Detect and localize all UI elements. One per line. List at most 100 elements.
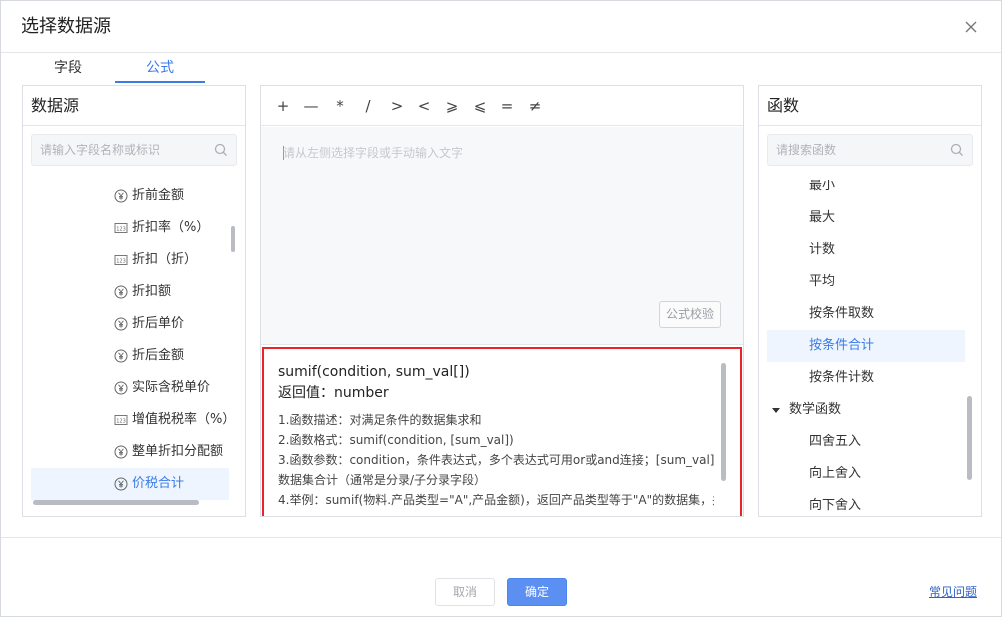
function-item[interactable]: 最小 <box>767 180 965 202</box>
field-item[interactable]: 123 增值税税率（%） <box>31 404 235 436</box>
field-item-label: 整单折扣分配额 <box>132 444 224 459</box>
function-item-label: 按条件计数 <box>809 370 875 385</box>
help-line: 1.函数描述：对满足条件的数据集求和 <box>278 413 482 427</box>
function-list-vertical-scrollbar[interactable] <box>967 396 972 480</box>
search-icon[interactable] <box>214 143 228 157</box>
datasource-panel: 数据源 折前金额 123 折扣率（%） 123 折扣（折） 折扣额折后单价折后金额实际含税… <box>22 85 246 517</box>
function-item-label: 向下舍入 <box>809 498 862 513</box>
function-item-label: 最小 <box>809 180 836 193</box>
function-item-label: 按条件取数 <box>809 306 875 321</box>
function-panel-title: 函数 <box>767 96 800 115</box>
field-item[interactable]: 价税合计 <box>31 468 229 500</box>
dialog-footer: 取消 确定 常见问题 <box>1 537 1001 617</box>
formula-editor[interactable]: 请从左侧选择字段或手动输入文字 公式校验 <box>261 127 743 345</box>
number-field-icon: 123 <box>114 253 128 267</box>
function-group[interactable]: 数学函数 <box>767 394 965 426</box>
function-search-box <box>767 134 973 166</box>
field-list-horizontal-scrollbar[interactable] <box>33 500 199 505</box>
field-list-vertical-scrollbar[interactable] <box>231 226 235 252</box>
currency-yuan-icon <box>114 189 128 203</box>
field-search-input[interactable] <box>40 135 210 165</box>
field-item[interactable]: 123 折扣率（%） <box>31 212 229 244</box>
function-item-label: 向上舍入 <box>809 466 862 481</box>
help-vertical-scrollbar[interactable] <box>721 363 726 481</box>
field-list: 折前金额 123 折扣率（%） 123 折扣（折） 折扣额 折后单价 折后金额 实际含税单价 12… <box>23 180 245 500</box>
field-item[interactable]: 折后金额 <box>31 340 229 372</box>
function-item[interactable]: 四舍五入 <box>767 426 965 458</box>
function-return-type: 返回值：number <box>278 385 389 401</box>
datasource-panel-title: 数据源 <box>31 96 80 115</box>
operator-less-than-button[interactable]: < <box>412 94 436 118</box>
faq-link[interactable]: 常见问题 <box>929 584 977 600</box>
function-item[interactable]: 最大 <box>767 202 965 234</box>
field-item[interactable]: 折前金额 <box>31 180 229 212</box>
operator-divide-button[interactable]: / <box>356 94 380 118</box>
field-item-label: 折扣额 <box>132 284 172 299</box>
svg-text:123: 123 <box>116 259 126 265</box>
field-item-label: 折扣率（%） <box>132 220 210 235</box>
mode-tabs: 字段 公式 <box>23 53 743 83</box>
cancel-button[interactable]: 取消 <box>435 578 495 606</box>
function-item[interactable]: 平均 <box>767 266 965 298</box>
field-search-box <box>31 134 237 166</box>
operator-equals-button[interactable]: = <box>495 94 519 118</box>
help-line: 2.函数格式：sumif(condition, [sum_val]) <box>278 433 514 447</box>
svg-text:123: 123 <box>116 227 126 233</box>
operator-plus-button[interactable]: + <box>271 94 295 118</box>
field-item-label: 折后金额 <box>132 348 185 363</box>
tab-formula[interactable]: 公式 <box>115 53 205 83</box>
help-line: 数据集合计（通常是分录/子分录字段） <box>278 473 487 487</box>
currency-yuan-icon <box>114 445 128 459</box>
field-item[interactable]: 折后单价 <box>31 308 229 340</box>
operator-greater-than-button[interactable]: > <box>385 94 409 118</box>
caret-down-icon <box>771 405 781 415</box>
function-item[interactable]: 按条件计数 <box>767 362 965 394</box>
operator-minus-button[interactable]: — <box>299 94 323 118</box>
confirm-button[interactable]: 确定 <box>507 578 567 606</box>
currency-yuan-icon <box>114 285 128 299</box>
help-line: 4.举例：sumif(物料.产品类型="A",产品金额)，返回产品类型等于"A"… <box>278 493 714 507</box>
number-field-icon: 123 <box>114 221 128 235</box>
operator-greater-equal-button[interactable]: ⩾ <box>440 94 464 118</box>
function-item-label: 四舍五入 <box>809 434 862 449</box>
tab-fields[interactable]: 字段 <box>23 53 113 83</box>
help-line: 3.函数参数：condition，条件表达式，多个表达式可用or或and连接；[… <box>278 453 714 467</box>
dialog-title: 选择数据源 <box>21 16 111 37</box>
currency-yuan-icon <box>114 381 128 395</box>
formula-editor-placeholder: 请从左侧选择字段或手动输入文字 <box>283 146 464 160</box>
search-icon[interactable] <box>950 143 964 157</box>
operator-not-equal-button[interactable]: ≠ <box>523 94 547 118</box>
function-item[interactable]: 按条件取数 <box>767 298 965 330</box>
function-signature: sumif(condition, sum_val[]) <box>278 364 470 380</box>
field-item[interactable]: 123 折扣（折） <box>31 244 229 276</box>
field-item-label: 折后单价 <box>132 316 185 331</box>
datasource-panel-header: 数据源 <box>23 86 245 126</box>
function-item[interactable]: 向上舍入 <box>767 458 965 490</box>
function-item-label: 按条件合计 <box>809 338 875 353</box>
function-item[interactable]: 按条件合计 <box>767 330 965 362</box>
close-button[interactable] <box>961 17 981 37</box>
function-item-label: 最大 <box>809 210 836 225</box>
function-panel: 函数 最小最大计数平均按条件取数按条件合计按条件计数数学函数四舍五入向上舍入向下… <box>758 85 982 517</box>
function-item[interactable]: 计数 <box>767 234 965 266</box>
function-search-input[interactable] <box>776 135 946 165</box>
verify-formula-button[interactable]: 公式校验 <box>659 301 721 328</box>
function-item-label: 计数 <box>809 242 836 257</box>
formula-panel: + — * / > < ⩾ ⩽ = ≠ 请从左侧选择字段或手动输入文字 公式校验 sumif(co… <box>260 85 744 517</box>
field-item-label: 折前金额 <box>132 188 185 203</box>
function-item[interactable]: 向下舍入 <box>767 490 965 514</box>
field-item-label: 价税合计 <box>132 476 185 491</box>
field-item-label: 折扣（折） <box>132 252 198 267</box>
operator-toolbar: + — * / > < ⩾ ⩽ = ≠ <box>261 86 743 126</box>
operator-multiply-button[interactable]: * <box>328 94 352 118</box>
field-item[interactable]: 实际含税单价 <box>31 372 229 404</box>
currency-yuan-icon <box>114 317 128 331</box>
field-item[interactable]: 整单折扣分配额 <box>31 436 229 468</box>
function-help-box: sumif(condition, sum_val[]) 返回值：number 1… <box>262 347 742 516</box>
number-field-icon: 123 <box>114 413 128 427</box>
function-item-label: 平均 <box>809 274 836 289</box>
field-item-label: 增值税税率（%） <box>132 412 236 427</box>
field-item[interactable]: 折扣额 <box>31 276 229 308</box>
svg-text:123: 123 <box>116 419 126 425</box>
operator-less-equal-button[interactable]: ⩽ <box>468 94 492 118</box>
